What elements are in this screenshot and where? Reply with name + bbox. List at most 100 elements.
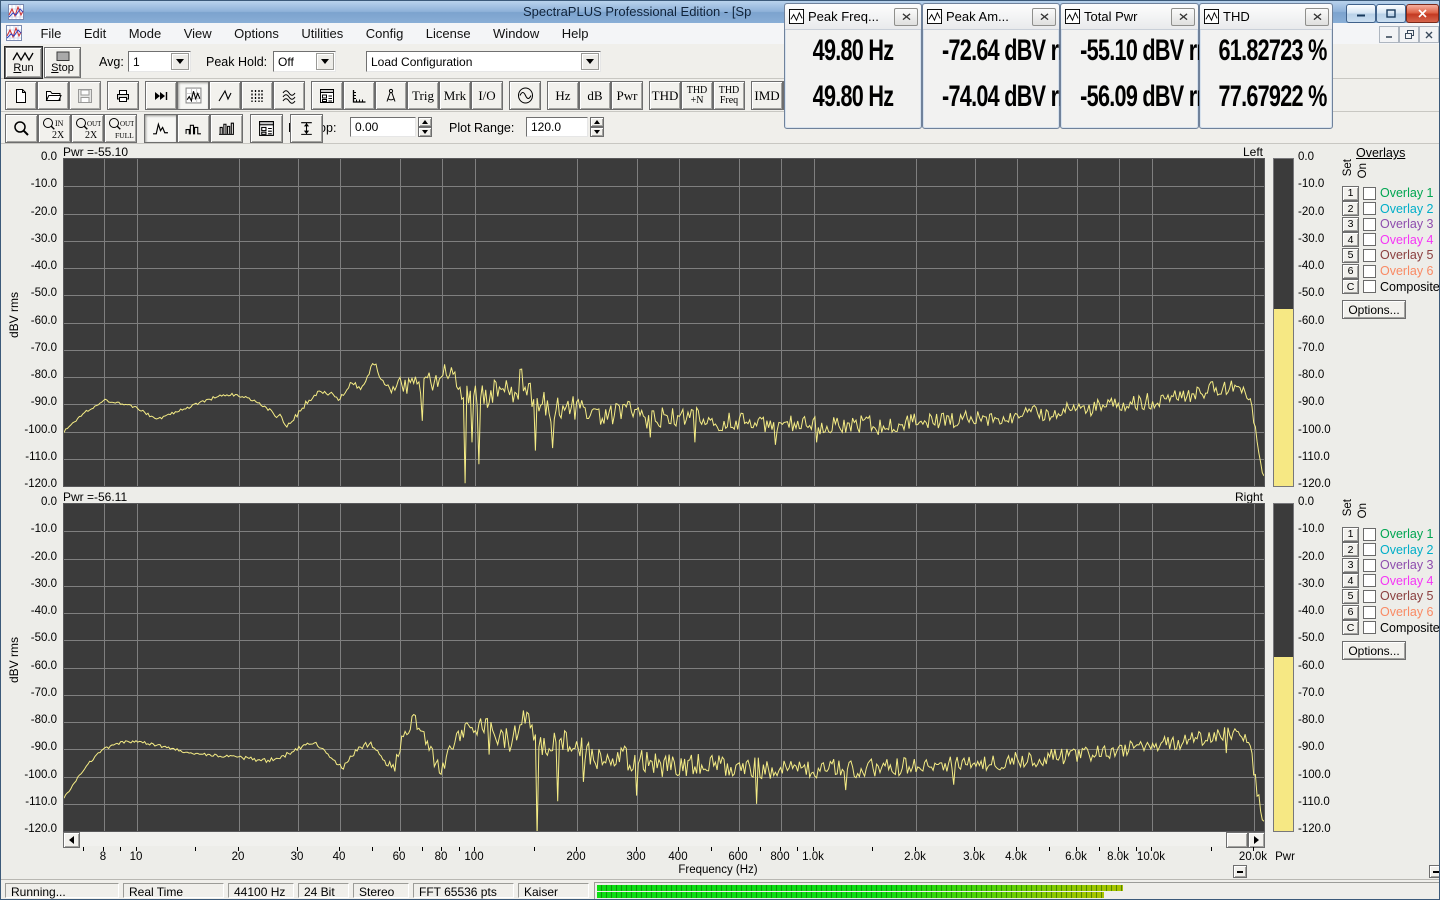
overlay-set-button-1[interactable]: 1 [1342, 185, 1359, 201]
menu-options[interactable]: Options [225, 23, 288, 44]
spin-down-icon[interactable] [590, 127, 604, 137]
panel-titlebar[interactable]: THD [1200, 4, 1332, 30]
menu-help[interactable]: Help [553, 23, 598, 44]
plot-type-peak-button[interactable] [144, 114, 177, 143]
zoom-in-2x-button[interactable]: IN 2X [38, 114, 71, 143]
overlay-on-checkbox-2[interactable] [1363, 543, 1376, 557]
signal-generator-button[interactable] [509, 81, 541, 110]
overlay-set-button-2[interactable]: 2 [1342, 542, 1359, 558]
zoom-out-2x-button[interactable]: OUT 2X [71, 114, 104, 143]
overlay-set-button-1[interactable]: 1 [1342, 526, 1359, 542]
panel-close-button[interactable] [1305, 7, 1329, 26]
overlay-set-button-C[interactable]: C [1342, 279, 1359, 295]
overlay-on-checkbox-5[interactable] [1363, 589, 1376, 603]
vertical-range-button[interactable] [290, 114, 323, 143]
db-button[interactable]: dB [579, 81, 611, 110]
save-button[interactable] [69, 81, 101, 110]
calibration-button[interactable] [375, 81, 407, 110]
marker-button[interactable]: Mrk [439, 81, 471, 110]
spin-up-icon[interactable] [590, 117, 604, 127]
scroll-thumb[interactable] [1226, 832, 1248, 848]
overlay-options-button[interactable]: Options... [1342, 641, 1406, 661]
overlay-set-button-4[interactable]: 4 [1342, 573, 1359, 589]
menu-utilities[interactable]: Utilities [292, 23, 352, 44]
plot-range-spinner[interactable] [590, 117, 604, 137]
processing-settings-button[interactable] [311, 81, 343, 110]
overlay-set-button-5[interactable]: 5 [1342, 588, 1359, 604]
chevron-down-icon[interactable] [171, 53, 189, 70]
overlay-on-checkbox-4[interactable] [1363, 574, 1376, 588]
overlay-on-checkbox-5[interactable] [1363, 248, 1376, 262]
overlay-set-button-3[interactable]: 3 [1342, 557, 1359, 573]
trigger-button[interactable]: Trig [407, 81, 439, 110]
plot-h-scrollbar[interactable] [63, 832, 1265, 848]
waveform-view-button[interactable] [209, 81, 241, 110]
avg-select[interactable]: 1 [128, 51, 191, 72]
plot-type-step-button[interactable] [177, 114, 210, 143]
overlay-on-checkbox-4[interactable] [1363, 233, 1376, 247]
overlay-set-button-C[interactable]: C [1342, 620, 1359, 636]
scroll-left-button[interactable] [63, 832, 80, 848]
imd-button[interactable]: IMD [751, 81, 783, 110]
load-configuration-select[interactable]: Load Configuration [366, 51, 601, 72]
overlay-options-button[interactable]: Options... [1342, 300, 1406, 320]
run-button[interactable]: Run [4, 46, 43, 79]
panel-titlebar[interactable]: Total Pwr [1061, 4, 1198, 30]
menu-window[interactable]: Window [484, 23, 548, 44]
menu-view[interactable]: View [175, 23, 221, 44]
peak-hold-select[interactable]: Off [273, 51, 336, 72]
plot-top-spinner[interactable] [418, 117, 432, 137]
thdn-button[interactable]: THD +N [681, 81, 713, 110]
overlay-set-button-3[interactable]: 3 [1342, 216, 1359, 232]
window-close-button[interactable] [1406, 4, 1439, 23]
splitter-button-left[interactable] [1233, 865, 1247, 878]
chevron-down-icon[interactable] [316, 53, 334, 70]
plot-canvas[interactable] [63, 158, 1265, 487]
overlay-on-checkbox-1[interactable] [1363, 186, 1376, 200]
overlay-set-button-4[interactable]: 4 [1342, 232, 1359, 248]
spectrum-view-button[interactable] [177, 81, 209, 110]
menu-config[interactable]: Config [357, 23, 413, 44]
panel-titlebar[interactable]: Peak Am... [923, 4, 1059, 30]
menu-mode[interactable]: Mode [120, 23, 171, 44]
scroll-right-button[interactable] [1248, 832, 1265, 848]
overlay-on-checkbox-C[interactable] [1363, 280, 1376, 294]
print-button[interactable] [107, 81, 139, 110]
zoom-out-full-button[interactable]: OUT FULL [104, 114, 137, 143]
chevron-down-icon[interactable] [581, 53, 599, 70]
overlay-on-checkbox-2[interactable] [1363, 202, 1376, 216]
overlay-on-checkbox-3[interactable] [1363, 217, 1376, 231]
overlay-on-checkbox-3[interactable] [1363, 558, 1376, 572]
plot-type-bars-button[interactable] [210, 114, 243, 143]
thdfreq-button[interactable]: THD Freq [713, 81, 745, 110]
menu-file[interactable]: File [31, 23, 70, 44]
surface-view-button[interactable] [273, 81, 305, 110]
scaling-button[interactable] [343, 81, 375, 110]
pwr-button[interactable]: Pwr [611, 81, 643, 110]
overlay-set-button-6[interactable]: 6 [1342, 604, 1359, 620]
overlay-on-checkbox-6[interactable] [1363, 264, 1376, 278]
stop-button[interactable]: Stop [44, 47, 81, 78]
mdi-restore-button[interactable] [1399, 26, 1419, 43]
spectrogram-view-button[interactable] [241, 81, 273, 110]
panel-close-button[interactable] [894, 7, 918, 26]
plot-options-button[interactable] [250, 114, 283, 143]
overlay-set-button-6[interactable]: 6 [1342, 263, 1359, 279]
mdi-minimize-button[interactable] [1379, 26, 1399, 43]
new-file-button[interactable] [5, 81, 37, 110]
splitter-button-right[interactable] [1429, 865, 1439, 878]
spin-down-icon[interactable] [418, 127, 432, 137]
zoom-button[interactable] [5, 114, 38, 143]
overlay-on-checkbox-C[interactable] [1363, 621, 1376, 635]
io-button[interactable]: I/O [471, 81, 503, 110]
mdi-close-button[interactable] [1419, 26, 1439, 43]
app-icon[interactable] [8, 4, 24, 20]
overlay-set-button-5[interactable]: 5 [1342, 247, 1359, 263]
plot-range-input[interactable]: 120.0 [526, 117, 588, 137]
plot-canvas[interactable] [63, 503, 1265, 837]
menu-license[interactable]: License [417, 23, 480, 44]
panel-close-button[interactable] [1171, 7, 1195, 26]
document-window-icon[interactable] [6, 25, 22, 41]
window-maximize-button[interactable] [1376, 4, 1406, 23]
menu-edit[interactable]: Edit [75, 23, 115, 44]
